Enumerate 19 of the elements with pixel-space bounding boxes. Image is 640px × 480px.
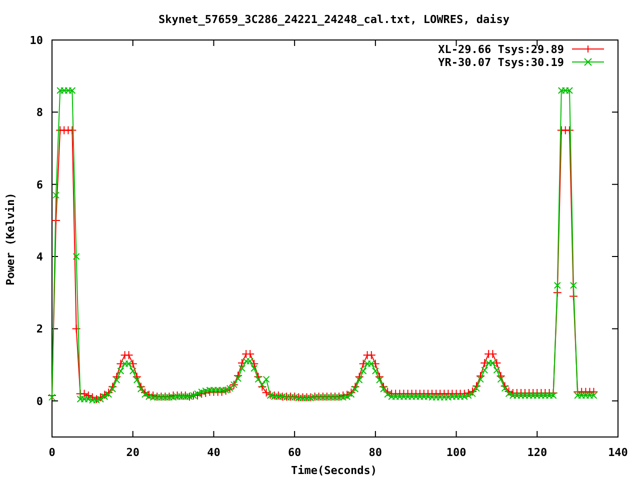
- x-tick-label: 0: [48, 446, 56, 459]
- y-tick-label: 4: [36, 250, 43, 264]
- y-tick-label: 8: [36, 106, 43, 120]
- chart-title: Skynet_57659_3C286_24221_24248_cal.txt, LOWRES, daisy: [158, 13, 510, 26]
- legend-label: XL-29.66 Tsys:29.89: [438, 43, 564, 56]
- x-tick-label: 60: [288, 446, 302, 459]
- y-tick-label: 6: [36, 178, 43, 192]
- x-tick-label: 140: [608, 446, 628, 459]
- y-axis-label: Power (Kelvin): [4, 192, 17, 286]
- y-tick-label: 0: [36, 394, 43, 408]
- x-tick-label: 100: [446, 446, 466, 459]
- y-tick-label: 10: [30, 34, 43, 47]
- x-tick-label: 120: [527, 446, 548, 459]
- x-tick-label: 80: [368, 446, 382, 459]
- legend-label: YR-30.07 Tsys:30.19: [438, 56, 564, 69]
- x-tick-label: 20: [126, 446, 140, 459]
- x-tick-label: 40: [207, 446, 220, 459]
- y-tick-label: 2: [36, 322, 43, 336]
- x-axis-label: Time(Seconds): [290, 464, 378, 477]
